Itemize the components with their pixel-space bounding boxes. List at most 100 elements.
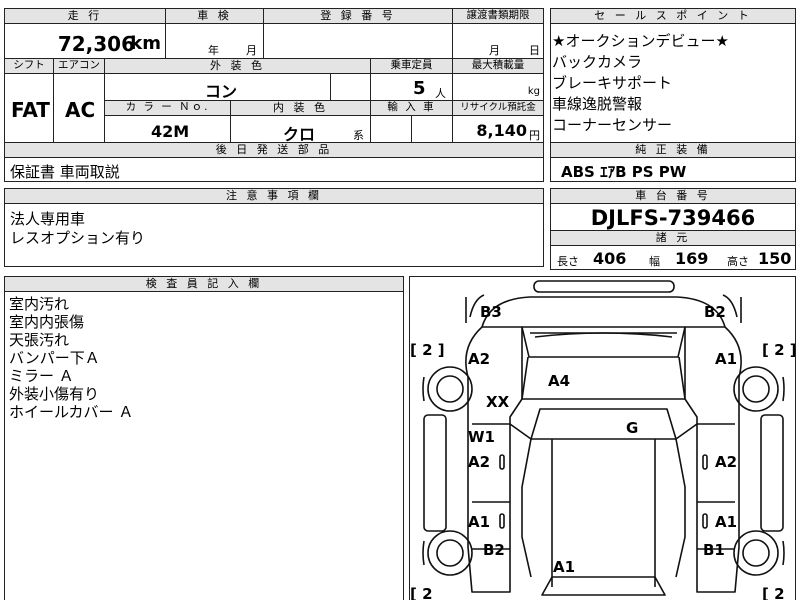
mark-right-front-fender: B1 xyxy=(703,541,725,559)
chassis-number-header: 車 台 番 号 xyxy=(550,188,796,204)
mark-left-front-fender: B2 xyxy=(483,541,505,559)
aircon-value: AC xyxy=(65,98,96,122)
max-load-unit: kg xyxy=(527,86,540,97)
mark-rear-glass: A4 xyxy=(548,372,570,390)
car-diagram: [ 2 ] [ 2 ] [ 2 [ 2 B3 B2 A2 A1 A4 XX G … xyxy=(410,280,796,600)
a-pillar-lines xyxy=(521,438,686,578)
sales-points-header: セ ー ル ス ポ イ ン ト xyxy=(550,8,796,24)
delivery-parts-header: 後 日 発 送 部 品 xyxy=(4,142,544,158)
genuine-equipment-cell: ABS ｴｱB PS PW xyxy=(550,157,796,182)
wheel-arcs xyxy=(422,376,785,566)
right-rear-wheel-inner xyxy=(742,375,770,403)
notes-line: レスオプション有り xyxy=(10,229,146,247)
inspector-line: 室内汚れ xyxy=(9,295,70,313)
shift-header: シフト xyxy=(4,58,54,74)
mark-left-rear-door: A2 xyxy=(468,453,490,471)
rear-outline-top xyxy=(481,296,726,328)
import-header: 輸 入 車 xyxy=(370,100,453,116)
length-label: 長さ xyxy=(557,255,579,268)
right-rear-door-handle xyxy=(702,454,708,470)
sales-point-item: コーナーセンサー xyxy=(552,116,673,134)
transfer-deadline-header: 譲渡書類期限 xyxy=(452,8,544,24)
shift-cell: FAT xyxy=(4,73,54,143)
transfer-deadline-cell: 月 日 xyxy=(452,23,544,59)
recycle-header: リサイクル預託金 xyxy=(452,100,544,116)
right-front-wheel-inner xyxy=(742,539,770,567)
delivery-parts-cell: 保証書 車両取説 xyxy=(4,157,544,182)
recycle-unit: 円 xyxy=(529,129,540,142)
specs-header: 諸 元 xyxy=(550,230,796,246)
left-front-door-handle xyxy=(499,513,505,529)
sales-point-item: ブレーキサポート xyxy=(552,74,673,92)
interior-color-suffix: 系 xyxy=(353,129,364,142)
genuine-equipment-header: 純 正 装 備 xyxy=(550,142,796,158)
sales-points-cell: ★オークションデビュー★ バックカメラ ブレーキサポート 車線逸脱警報 コーナー… xyxy=(550,23,796,143)
exterior-color-extra-cell xyxy=(330,73,371,101)
tire-tread-right-rear: [ 2 ] xyxy=(762,341,796,359)
capacity-value: 5 xyxy=(413,78,426,99)
inspector-notes-header: 検 査 員 記 入 欄 xyxy=(4,276,404,292)
mark-rear-right: B2 xyxy=(704,303,726,321)
mileage-unit: km xyxy=(130,33,161,54)
rear-quarter-curves xyxy=(469,294,738,318)
tire-tread-right-front: [ 2 xyxy=(762,585,785,600)
capacity-cell: 5 人 xyxy=(370,73,453,101)
right-front-wheel-outer xyxy=(733,530,779,576)
inspector-line: 室内内張傷 xyxy=(9,313,85,331)
length-value: 406 xyxy=(593,249,627,268)
inspector-notes-cell: 室内汚れ 室内内張傷 天張汚れ バンパー下Ａ ミラー Ａ 外装小傷有り ホイール… xyxy=(4,291,404,600)
height-label: 高さ xyxy=(727,255,749,268)
max-load-header: 最大積載量 xyxy=(452,58,544,74)
rear-bumper-strip xyxy=(533,280,675,293)
transfer-day: 日 xyxy=(529,44,540,57)
mark-left-rear-window: W1 xyxy=(468,428,495,446)
registration-cell xyxy=(263,23,453,59)
inspector-line: ホイールカバー Ａ xyxy=(9,403,134,421)
notes-cell: 法人専用車 レスオプション有り xyxy=(4,203,544,267)
color-no-header: カ ラ ー Ｎｏ. xyxy=(104,100,231,116)
transfer-month: 月 xyxy=(489,44,500,57)
inspection-header: 車 検 xyxy=(165,8,264,24)
mileage-value: 72,306 xyxy=(57,32,135,56)
color-no-value: 42M xyxy=(151,122,190,141)
shift-value: FAT xyxy=(11,98,50,122)
left-rear-wheel-inner xyxy=(436,375,464,403)
notes-header: 注 意 事 項 欄 xyxy=(4,188,544,204)
interior-color-header: 内 装 色 xyxy=(230,100,371,116)
mark-roof: G xyxy=(626,419,638,437)
specs-cell: 長さ 406 幅 169 高さ 150 xyxy=(550,245,796,270)
mileage-header: 走 行 xyxy=(4,8,166,24)
capacity-unit: 人 xyxy=(435,87,446,100)
right-front-door-handle xyxy=(702,513,708,529)
sales-point-item: ★オークションデビュー★ xyxy=(552,32,729,50)
inspector-line: バンパー下Ａ xyxy=(9,349,100,367)
inspection-month: 月 xyxy=(246,44,257,57)
interior-color-cell: クロ 系 xyxy=(230,115,371,143)
aircon-cell: AC xyxy=(53,73,105,143)
delivery-parts-value: 保証書 車両取説 xyxy=(10,163,120,181)
inspection-cell: 年 月 xyxy=(165,23,264,59)
mark-left-front-door: A1 xyxy=(468,513,490,531)
mark-left-c-pillar: XX xyxy=(486,393,510,411)
height-value: 150 xyxy=(758,249,792,268)
mark-right-front-door: A1 xyxy=(715,513,737,531)
right-rear-wheel-outer xyxy=(733,366,779,412)
width-label: 幅 xyxy=(649,255,660,268)
registration-header: 登 録 番 号 xyxy=(263,8,453,24)
c-pillar-diagonals xyxy=(509,423,698,440)
color-no-cell: 42M xyxy=(104,115,231,143)
left-side-skirt xyxy=(423,414,447,532)
mark-left-rear-fender: A2 xyxy=(468,350,490,368)
left-front-wheel-inner xyxy=(436,539,464,567)
capacity-header: 乗車定員 xyxy=(370,58,453,74)
exterior-color-header: 外 装 色 xyxy=(104,58,371,74)
chassis-number-value: DJLFS-739466 xyxy=(590,206,756,230)
interior-color-value: クロ xyxy=(283,125,316,143)
right-side-skirt xyxy=(760,414,784,532)
notes-line: 法人専用車 xyxy=(10,210,86,228)
rear-tailgate-outline xyxy=(521,326,686,358)
left-rear-wheel-outer xyxy=(427,366,473,412)
left-front-wheel-outer xyxy=(427,530,473,576)
mark-right-rear-door: A2 xyxy=(715,453,737,471)
car-diagram-panel: [ 2 ] [ 2 ] [ 2 [ 2 B3 B2 A2 A1 A4 XX G … xyxy=(409,276,796,600)
